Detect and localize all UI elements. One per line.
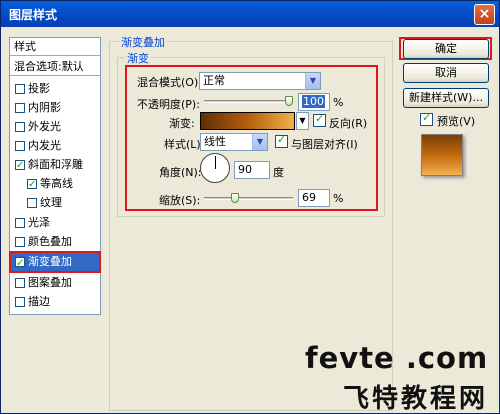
style-item-label: 等高线 [40,177,73,190]
style-item-inner-shadow[interactable]: 内阴影 [10,99,100,117]
style-item-label: 描边 [28,295,50,308]
align-with-layer-checkbox[interactable] [275,133,288,148]
opacity-label: 不透明度(P): [137,98,200,111]
ok-button[interactable]: 确定 [403,39,489,59]
window-title: 图层样式 [9,8,58,22]
new-style-button[interactable]: 新建样式(W)... [403,88,489,108]
opacity-slider-thumb[interactable] [285,96,293,106]
checkbox-checked[interactable] [15,157,25,175]
styles-header[interactable]: 样式 [10,38,100,56]
angle-value: 90 [238,163,252,176]
blend-mode-select[interactable]: 正常 ▼ [199,72,321,90]
cancel-button[interactable]: 取消 [403,63,489,83]
style-item-label: 外发光 [28,120,61,133]
checkbox[interactable] [15,103,25,113]
angle-input[interactable]: 90 [234,161,270,179]
style-item-pattern-overlay[interactable]: 图案叠加 [10,274,100,292]
checkbox[interactable] [15,297,25,307]
styles-list: 样式 混合选项:默认 投影 内阴影 外发光 内发光 斜面和浮雕 等高线 纹理 [9,37,101,315]
style-item-satin[interactable]: 光泽 [10,214,100,232]
blend-options-item[interactable]: 混合选项:默认 [10,58,100,76]
style-item-label: 图案叠加 [28,276,72,289]
watermark-site: fevte .com [305,341,489,375]
style-item-label: 投影 [28,82,50,95]
chevron-down-icon[interactable]: ▼ [252,134,267,150]
chevron-down-icon[interactable]: ▼ [296,112,309,130]
opacity-slider-track[interactable] [204,100,293,103]
style-item-gradient-overlay[interactable]: 渐变叠加 [9,251,101,274]
scale-value: 69 [302,191,316,204]
scale-slider-thumb[interactable] [230,193,239,203]
checkbox[interactable] [15,218,25,228]
gradient-picker[interactable] [200,112,295,130]
watermark-site-name: 飞特教程网 [343,384,489,414]
style-item-label: 颜色叠加 [28,235,72,248]
style-item-label: 光泽 [28,216,50,229]
checkbox[interactable] [15,278,25,288]
style-item-label: 斜面和浮雕 [28,158,83,171]
reverse-checkbox[interactable] [313,112,326,127]
angle-dial[interactable] [200,153,230,183]
checkbox[interactable] [15,237,25,247]
style-item-bevel-emboss[interactable]: 斜面和浮雕 [10,156,100,175]
checkbox-checked[interactable] [15,254,25,274]
opacity-input[interactable]: 100 [298,93,330,111]
checkbox-checked[interactable] [27,176,37,194]
angle-label: 角度(N): [159,166,202,179]
preview-label[interactable]: 预览(V) [437,113,475,129]
scale-input[interactable]: 69 [298,189,330,207]
chevron-down-icon[interactable]: ▼ [305,73,320,89]
group-title: 渐变叠加 [119,34,167,50]
opacity-value: 100 [302,95,325,108]
layer-style-dialog: 图层样式 × 样式 混合选项:默认 投影 内阴影 外发光 内发光 斜面和浮雕 等… [0,0,500,414]
style-item-label: 内发光 [28,139,61,152]
style-item-inner-glow[interactable]: 内发光 [10,137,100,155]
style-item-label: 纹理 [40,196,62,209]
gradient-style-select[interactable]: 线性 ▼ [200,133,268,151]
scale-slider-track[interactable] [204,197,293,200]
blend-mode-label: 混合模式(O): [137,76,202,89]
style-item-label: 内阴影 [28,101,61,114]
checkbox[interactable] [15,84,25,94]
opacity-percent-sign: % [333,96,344,109]
style-item-drop-shadow[interactable]: 投影 [10,80,100,98]
checkbox[interactable] [15,141,25,151]
preview-checkbox[interactable] [420,111,433,126]
style-item-outer-glow[interactable]: 外发光 [10,118,100,136]
close-button[interactable]: × [474,4,495,25]
subgroup-title: 渐变 [125,50,151,66]
checkbox[interactable] [15,122,25,132]
reverse-label[interactable]: 反向(R) [329,115,367,131]
angle-dial-hand [215,156,216,169]
blend-mode-value: 正常 [203,74,225,87]
style-preview-swatch [421,134,463,176]
scale-label: 缩放(S): [159,194,201,207]
scale-percent-sign: % [333,192,344,205]
style-item-color-overlay[interactable]: 颜色叠加 [10,233,100,251]
style-item-contour[interactable]: 等高线 [10,175,100,194]
angle-unit: 度 [273,166,284,179]
gradient-style-value: 线性 [204,135,226,148]
align-with-layer-label[interactable]: 与图层对齐(I) [291,136,358,152]
gradient-label: 渐变: [169,117,195,130]
style-item-label: 渐变叠加 [28,255,72,268]
style-item-texture[interactable]: 纹理 [10,194,100,212]
style-item-stroke[interactable]: 描边 [10,293,100,311]
title-bar[interactable]: 图层样式 × [1,1,499,27]
checkbox[interactable] [27,198,37,208]
style-label: 样式(L): [164,138,205,151]
